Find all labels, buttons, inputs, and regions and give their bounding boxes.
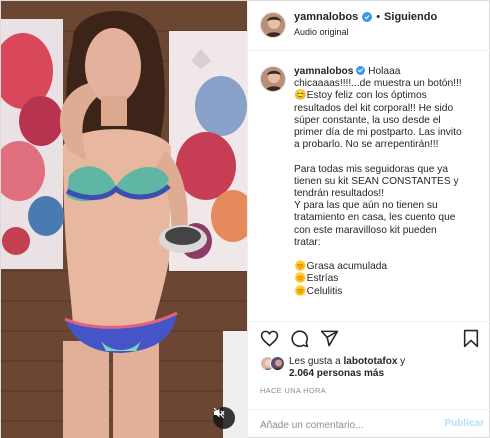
caption-line: Y para las que aún no tienen su bbox=[294, 200, 438, 212]
caption-username[interactable]: yamnalobos bbox=[294, 66, 353, 77]
caption-line: 🌞Celulitis bbox=[294, 285, 343, 297]
bookmark-icon[interactable] bbox=[462, 329, 480, 348]
likes-count-link[interactable]: 2.064 personas más bbox=[289, 368, 384, 379]
caption-line: resultados del kit corporal!! He sido bbox=[294, 102, 454, 114]
caption-avatar[interactable] bbox=[260, 66, 286, 92]
post-details-panel: yamnalobos • Siguiendo Audio original ya… bbox=[247, 1, 490, 438]
verified-badge-icon bbox=[362, 12, 373, 22]
avatar[interactable] bbox=[270, 356, 285, 371]
post-actions: Les gusta a labototafox y 2.064 personas… bbox=[248, 321, 490, 409]
caption-body: Holaaa chicaaaas!!!!...de muestra un bot… bbox=[294, 66, 462, 297]
audio-original-link[interactable]: Audio original bbox=[294, 27, 349, 37]
caption-line: chicaaaas!!!!...de muestra un botón!!! bbox=[294, 78, 462, 90]
publish-button[interactable]: Publicar bbox=[445, 418, 484, 429]
caption-line: Para todas mis seguidoras que ya bbox=[294, 163, 449, 175]
share-icon[interactable] bbox=[320, 329, 339, 348]
header-username[interactable]: yamnalobos bbox=[294, 11, 358, 23]
likes-text: Les gusta a labototafox y 2.064 personas… bbox=[289, 356, 405, 380]
caption-line: tienen su kit SEAN CONSTANTES y bbox=[294, 175, 459, 187]
likes-connector: y bbox=[400, 356, 406, 367]
post-header: yamnalobos • Siguiendo Audio original bbox=[248, 1, 490, 51]
following-button[interactable]: Siguiendo bbox=[384, 11, 437, 23]
video-frame bbox=[1, 1, 247, 438]
caption-line: 😊Estoy feliz con los óptimos bbox=[294, 90, 427, 102]
likes-user-link[interactable]: labototafox bbox=[344, 356, 398, 367]
caption-line: con este maravilloso kit pueden bbox=[294, 224, 437, 236]
caption-line: a probarlo. No se arrepentirán!!! bbox=[294, 139, 439, 151]
likes-summary: Les gusta a labototafox y 2.064 personas… bbox=[260, 356, 405, 380]
caption-line: 🌞Grasa acumulada bbox=[294, 261, 388, 273]
caption-line: tendrán resultados!! bbox=[294, 188, 385, 200]
caption-text: yamnalobos Holaaa chicaaaas!!!!...de mue… bbox=[294, 66, 486, 298]
caption-line: Holaaa bbox=[368, 66, 401, 77]
caption-line: 🌞Estrías bbox=[294, 273, 339, 285]
header-user-line: yamnalobos • Siguiendo bbox=[294, 11, 437, 23]
header-separator: • bbox=[376, 11, 381, 23]
avatar[interactable] bbox=[260, 12, 286, 38]
heart-icon[interactable] bbox=[260, 329, 279, 348]
instagram-post: yamnalobos • Siguiendo Audio original ya… bbox=[0, 0, 490, 438]
speaker-muted-icon bbox=[213, 407, 225, 419]
mute-toggle-button[interactable] bbox=[213, 407, 235, 429]
liker-avatars bbox=[260, 356, 285, 371]
caption-line: primer día de mi postparto. Las invito bbox=[294, 127, 462, 139]
post-video[interactable] bbox=[1, 1, 247, 438]
comment-icon[interactable] bbox=[290, 329, 309, 348]
caption-line: tratamiento en casa, les cuento que bbox=[294, 212, 456, 224]
post-timestamp[interactable]: HACE UNA HORA bbox=[260, 386, 326, 395]
caption-line: tratar: bbox=[294, 236, 321, 248]
caption-line: súper constante, la uso desde el bbox=[294, 114, 441, 126]
likes-prefix: Les gusta a bbox=[289, 356, 341, 367]
verified-badge-icon bbox=[356, 66, 366, 75]
comment-input[interactable] bbox=[260, 416, 430, 434]
comment-form: Publicar bbox=[248, 409, 490, 438]
caption-area: yamnalobos Holaaa chicaaaas!!!!...de mue… bbox=[248, 52, 490, 320]
